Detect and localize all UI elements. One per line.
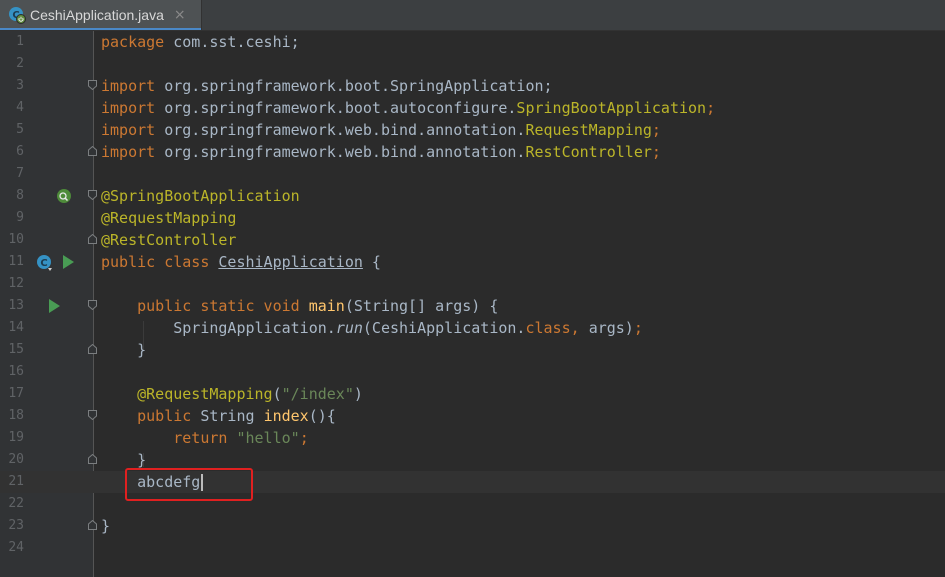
code-line[interactable]: 13 public static void main(String[] args… bbox=[0, 295, 945, 317]
line-number: 13 bbox=[8, 298, 24, 313]
line-number: 8 bbox=[16, 188, 24, 203]
fold-marker-icon[interactable] bbox=[88, 520, 97, 530]
code-line[interactable]: 11 public class CeshiApplication { C bbox=[0, 251, 945, 273]
code-text: @SpringBootApplication bbox=[101, 187, 300, 205]
fold-marker-icon[interactable] bbox=[88, 80, 97, 90]
code-editor[interactable]: 1 package com.sst.ceshi; 2 3 import org.spri… bbox=[0, 31, 945, 577]
line-number: 12 bbox=[8, 276, 24, 291]
code-line[interactable]: 4 import org.springframework.boot.autocon… bbox=[0, 97, 945, 119]
line-number: 15 bbox=[8, 342, 24, 357]
line-number: 6 bbox=[16, 144, 24, 159]
code-line[interactable]: 8 @SpringBootApplication bbox=[0, 185, 945, 207]
spring-bean-icon[interactable] bbox=[56, 188, 72, 208]
code-line[interactable]: 14 SpringApplication.run(CeshiApplicatio… bbox=[0, 317, 945, 339]
code-line[interactable]: 16 bbox=[0, 361, 945, 383]
fold-marker-icon[interactable] bbox=[88, 454, 97, 464]
code-line[interactable]: 17 @RequestMapping("/index") bbox=[0, 383, 945, 405]
code-text: } bbox=[101, 517, 111, 535]
code-line[interactable]: 7 bbox=[0, 163, 945, 185]
code-line[interactable]: 18 public String index(){ bbox=[0, 405, 945, 427]
fold-marker-icon[interactable] bbox=[88, 234, 97, 244]
tab-ceshi-application[interactable]: C CeshiApplication.java × bbox=[0, 0, 202, 30]
line-number: 14 bbox=[8, 320, 24, 335]
close-tab-icon[interactable]: × bbox=[174, 7, 186, 23]
code-text: return "hello"; bbox=[173, 429, 309, 447]
code-text: import org.springframework.boot.SpringAp… bbox=[101, 77, 553, 95]
code-line[interactable]: 3 import org.springframework.boot.SpringA… bbox=[0, 75, 945, 97]
line-number: 3 bbox=[16, 78, 24, 93]
svg-text:C: C bbox=[40, 258, 47, 269]
code-text: public class CeshiApplication { bbox=[101, 253, 381, 271]
line-number: 9 bbox=[16, 210, 24, 225]
code-text: public static void main(String[] args) { bbox=[137, 297, 499, 315]
code-text: @RequestMapping("/index") bbox=[137, 385, 363, 403]
active-tab-indicator bbox=[0, 28, 201, 30]
line-number: 16 bbox=[8, 364, 24, 379]
code-text: import org.springframework.web.bind.anno… bbox=[101, 121, 661, 139]
code-line[interactable]: 19 return "hello"; bbox=[0, 427, 945, 449]
line-number: 23 bbox=[8, 518, 24, 533]
line-number: 19 bbox=[8, 430, 24, 445]
run-icon[interactable] bbox=[62, 254, 76, 274]
code-text: import org.springframework.boot.autoconf… bbox=[101, 99, 716, 117]
code-line[interactable]: 9 @RequestMapping bbox=[0, 207, 945, 229]
code-line[interactable]: 12 bbox=[0, 273, 945, 295]
tab-title: CeshiApplication.java bbox=[30, 7, 164, 23]
line-number: 24 bbox=[8, 540, 24, 555]
code-line[interactable]: 24 bbox=[0, 537, 945, 559]
spring-class-file-icon: C bbox=[8, 6, 26, 24]
fold-marker-icon[interactable] bbox=[88, 300, 97, 310]
line-number: 1 bbox=[16, 34, 24, 49]
line-number: 2 bbox=[16, 56, 24, 71]
line-number: 17 bbox=[8, 386, 24, 401]
code-line[interactable]: 6 import org.springframework.web.bind.ann… bbox=[0, 141, 945, 163]
line-number: 22 bbox=[8, 496, 24, 511]
fold-marker-icon[interactable] bbox=[88, 410, 97, 420]
editor-tab-bar: C CeshiApplication.java × bbox=[0, 0, 945, 31]
code-text: package com.sst.ceshi; bbox=[101, 33, 300, 51]
line-number: 21 bbox=[8, 474, 24, 489]
run-icon[interactable] bbox=[48, 298, 62, 318]
line-number: 4 bbox=[16, 100, 24, 115]
code-text: @RestController bbox=[101, 231, 237, 249]
fold-marker-icon[interactable] bbox=[88, 146, 97, 156]
code-line[interactable]: 10 @RestController bbox=[0, 229, 945, 251]
line-number: 20 bbox=[8, 452, 24, 467]
code-text: SpringApplication.run(CeshiApplication.c… bbox=[101, 319, 643, 337]
line-number: 11 bbox=[8, 254, 24, 269]
code-line[interactable]: 5 import org.springframework.web.bind.ann… bbox=[0, 119, 945, 141]
fold-marker-icon[interactable] bbox=[88, 190, 97, 200]
code-text: import org.springframework.web.bind.anno… bbox=[101, 143, 661, 161]
code-line[interactable]: 2 bbox=[0, 53, 945, 75]
line-number: 7 bbox=[16, 166, 24, 181]
code-text: public String index(){ bbox=[137, 407, 336, 425]
code-text: @RequestMapping bbox=[101, 209, 237, 227]
fold-marker-icon[interactable] bbox=[88, 344, 97, 354]
code-line[interactable]: 23} bbox=[0, 515, 945, 537]
highlight-box bbox=[125, 468, 253, 501]
code-line[interactable]: 15 } bbox=[0, 339, 945, 361]
line-number: 10 bbox=[8, 232, 24, 247]
code-line[interactable]: 1 package com.sst.ceshi; bbox=[0, 31, 945, 53]
line-number: 5 bbox=[16, 122, 24, 137]
code-text: } bbox=[101, 341, 147, 359]
line-number: 18 bbox=[8, 408, 24, 423]
